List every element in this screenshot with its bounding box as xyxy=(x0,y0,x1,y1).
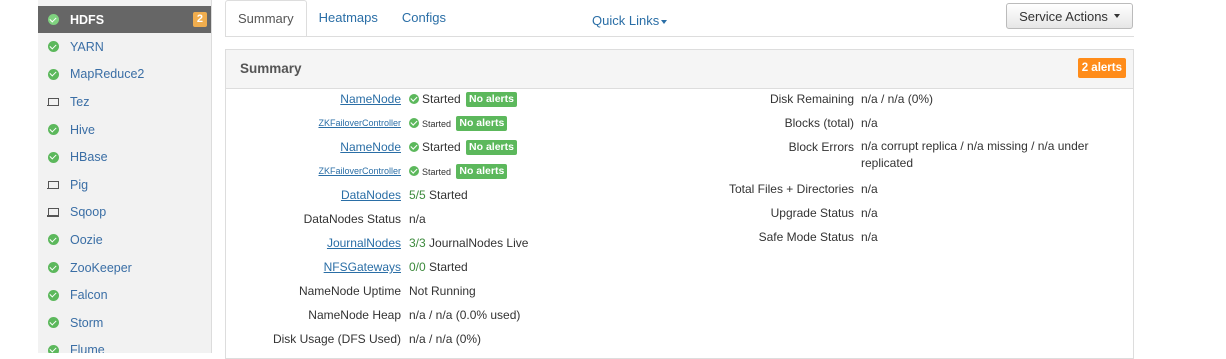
sidebar-item-label: Oozie xyxy=(70,232,103,247)
summary-value: n/a xyxy=(861,116,878,130)
summary-row-upgrade-status: Upgrade Status n/a xyxy=(226,201,1135,225)
check-circle-icon xyxy=(47,41,59,53)
check-circle-icon xyxy=(47,14,59,26)
count-value: 0/0 xyxy=(409,260,426,274)
services-sidebar: HDFS 2 YARN MapReduce2 Tez Hive HBase Pig Sqoop O… xyxy=(38,0,212,353)
total-files-directories-label: Total Files + Directories xyxy=(728,182,854,196)
summary-row-blocks-total: Blocks (total) n/a xyxy=(226,111,1135,135)
sidebar-item-tez[interactable]: Tez xyxy=(38,88,211,116)
sidebar-item-flume[interactable]: Flume xyxy=(38,337,211,353)
summary-row-disk-remaining: Disk Remaining n/a / n/a (0%) xyxy=(226,87,1135,111)
sidebar-item-label: MapReduce2 xyxy=(70,67,145,82)
summary-value: n/a / n/a (0%) xyxy=(409,327,481,351)
safe-mode-status-label: Safe Mode Status xyxy=(758,230,854,244)
tab-configs[interactable]: Configs xyxy=(390,0,458,36)
check-circle-icon xyxy=(47,68,59,80)
sidebar-item-oozie[interactable]: Oozie xyxy=(38,226,211,254)
service-tabs: Summary Heatmaps Configs xyxy=(225,0,458,37)
value-text: n/a / n/a (0%) xyxy=(409,332,482,346)
blocks-total-label: Blocks (total) xyxy=(784,116,854,130)
sidebar-item-label: Sqoop xyxy=(70,205,107,220)
summary-value: 0/0 Started xyxy=(409,255,468,279)
check-circle-icon xyxy=(47,344,59,353)
block-errors-label: Block Errors xyxy=(788,140,854,154)
summary-value: n/a xyxy=(861,206,878,220)
summary-value: Not Running xyxy=(409,279,476,303)
sidebar-item-label: Storm xyxy=(70,315,104,330)
sidebar-item-label: Pig xyxy=(70,177,89,192)
sidebar-item-label: HBase xyxy=(70,150,108,165)
summary-row-namenode-heap: NameNode Heap n/a / n/a (0.0% used) xyxy=(226,303,826,327)
sidebar-item-falcon[interactable]: Falcon xyxy=(38,281,211,309)
sidebar-item-pig[interactable]: Pig xyxy=(38,171,211,199)
sidebar-item-label: Tez xyxy=(70,94,90,109)
tab-summary[interactable]: Summary xyxy=(225,0,307,37)
summary-row-namenode-uptime: NameNode Uptime Not Running xyxy=(226,279,826,303)
quick-links-dropdown[interactable]: Quick Links xyxy=(592,13,668,28)
check-circle-icon xyxy=(47,317,59,329)
sidebar-item-label: ZooKeeper xyxy=(70,260,132,275)
alert-count-badge: 2 xyxy=(192,12,207,27)
laptop-icon xyxy=(47,179,59,191)
quick-links-label: Quick Links xyxy=(592,13,660,28)
sidebar-item-hbase[interactable]: HBase xyxy=(38,143,211,171)
summary-panel-heading: Summary 2 alerts xyxy=(226,50,1133,89)
check-circle-icon xyxy=(409,166,419,176)
value-text: Not Running xyxy=(409,284,476,298)
laptop-icon xyxy=(47,96,59,108)
sidebar-item-label: HDFS xyxy=(70,12,105,27)
sidebar-item-storm[interactable]: Storm xyxy=(38,309,211,337)
sidebar-item-sqoop[interactable]: Sqoop xyxy=(38,199,211,227)
sidebar-item-yarn[interactable]: YARN xyxy=(38,33,211,61)
sidebar-item-hive[interactable]: Hive xyxy=(38,116,211,144)
check-circle-icon xyxy=(47,124,59,136)
sidebar-item-label: YARN xyxy=(70,39,104,54)
check-circle-icon xyxy=(47,262,59,274)
check-circle-icon xyxy=(47,234,59,246)
disk-remaining-label: Disk Remaining xyxy=(769,92,854,106)
summary-value: n/a xyxy=(861,182,878,196)
service-actions-label: Service Actions xyxy=(1019,8,1108,24)
check-circle-icon xyxy=(47,289,59,301)
summary-row-nfsgateways: NFSGateways 0/0 Started xyxy=(226,255,826,279)
alerts-badge[interactable]: 2 alerts xyxy=(1077,58,1126,78)
disk-usage-dfs-used-label: Disk Usage (DFS Used) xyxy=(272,332,401,346)
summary-row-disk-usage-dfs-used: Disk Usage (DFS Used) n/a / n/a (0%) xyxy=(226,327,826,351)
sidebar-item-label: Falcon xyxy=(70,288,108,303)
upgrade-status-label: Upgrade Status xyxy=(770,206,854,220)
sidebar-item-label: Hive xyxy=(70,122,96,137)
value-text: n/a / n/a (0.0% used) xyxy=(409,308,521,322)
summary-value: n/a / n/a (0%) xyxy=(861,92,934,106)
namenode-uptime-label: NameNode Uptime xyxy=(298,284,401,298)
chevron-down-icon xyxy=(1113,14,1120,18)
sidebar-item-label: Flume xyxy=(70,343,105,353)
summary-row-total-files-directories: Total Files + Directories n/a xyxy=(226,177,1135,201)
summary-title: Summary xyxy=(240,61,302,76)
status-text: Started xyxy=(422,167,452,177)
chevron-down-icon xyxy=(661,19,668,24)
summary-row-safe-mode-status: Safe Mode Status n/a xyxy=(226,225,1135,249)
check-circle-icon xyxy=(47,151,59,163)
service-actions-button[interactable]: Service Actions xyxy=(1006,3,1133,29)
summary-row-block-errors: Block Errors n/a corrupt replica / n/a mi… xyxy=(226,135,1135,170)
nfsgateways-link[interactable]: NFSGateways xyxy=(324,255,401,279)
summary-value: n/a xyxy=(861,230,878,244)
summary-panel: Summary 2 alerts NameNode Started No aler… xyxy=(225,49,1134,359)
laptop-icon xyxy=(47,206,59,218)
namenode-heap-label: NameNode Heap xyxy=(308,308,401,322)
value-text: Started xyxy=(429,260,468,274)
summary-value: n/a / n/a (0.0% used) xyxy=(409,303,520,327)
sidebar-item-zookeeper[interactable]: ZooKeeper xyxy=(38,254,211,282)
summary-value: n/a corrupt replica / n/a missing / n/a … xyxy=(861,139,1089,170)
tabs-divider xyxy=(225,36,1134,37)
sidebar-item-hdfs[interactable]: HDFS 2 xyxy=(38,6,211,33)
sidebar-item-mapreduce2[interactable]: MapReduce2 xyxy=(38,61,211,89)
tab-heatmaps[interactable]: Heatmaps xyxy=(307,0,390,36)
